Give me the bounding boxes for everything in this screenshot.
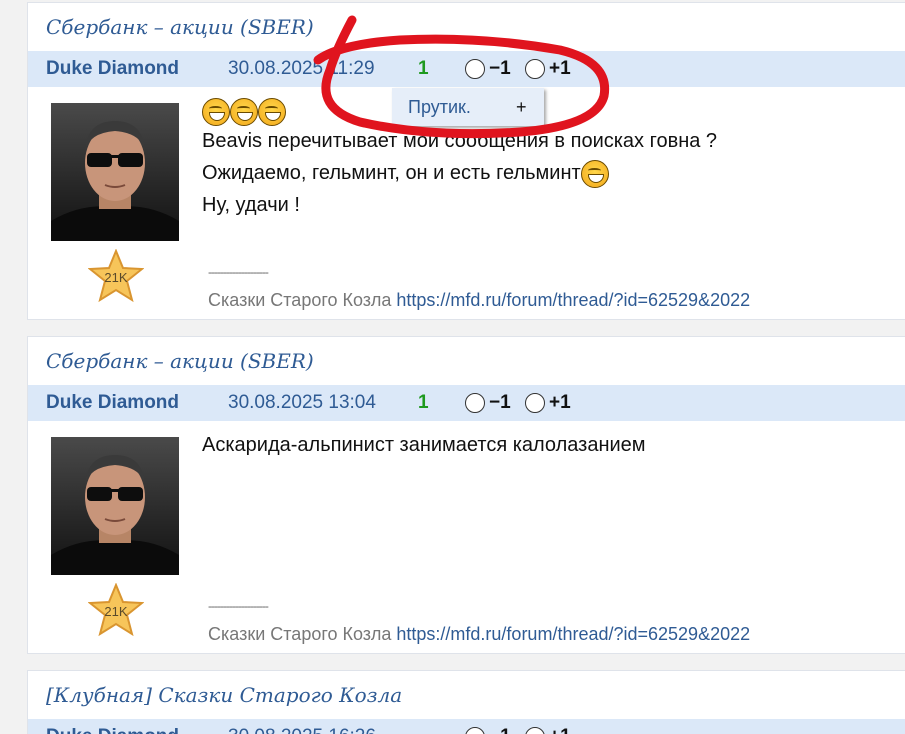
vote-plus-button[interactable]: +1 xyxy=(525,59,571,79)
vote-minus-label: −1 xyxy=(489,392,511,413)
star-badge-label: 21K xyxy=(104,270,127,285)
post-line: Beavis перечитывает мои сообщения в поис… xyxy=(202,130,718,152)
vote-minus-button[interactable]: −1 xyxy=(465,59,511,79)
vote-plus-label: +1 xyxy=(549,727,571,734)
radio-icon xyxy=(465,727,485,734)
vote-minus-button[interactable]: −1 xyxy=(465,727,511,734)
signature: Сказки Старого Козла https://mfd.ru/foru… xyxy=(208,290,750,311)
thread-title-link[interactable]: Сбербанк – акции (SBER) xyxy=(28,337,905,385)
author-link[interactable]: Duke Diamond xyxy=(46,51,179,87)
post-header: Duke Diamond 30.08.2025 16:26 −1 +1 xyxy=(28,719,905,734)
post-header: Duke Diamond 30.08.2025 11:29 1 −1 +1 xyxy=(28,51,905,87)
avatar[interactable] xyxy=(51,437,179,575)
thread-title-link[interactable]: [Клубная] Сказки Старого Козла xyxy=(28,671,905,719)
vote-plus-button[interactable]: +1 xyxy=(525,727,571,734)
post-body: Аскарида-альпинист занимается калолазани… xyxy=(202,429,646,461)
vote-plus-button[interactable]: +1 xyxy=(525,393,571,413)
star-badge-label: 21K xyxy=(104,604,127,619)
signature: Сказки Старого Козла https://mfd.ru/foru… xyxy=(208,624,750,645)
forum-post: Сбербанк – акции (SBER) Duke Diamond 30.… xyxy=(27,336,905,654)
author-link[interactable]: Duke Diamond xyxy=(46,719,179,734)
popup-plus-button[interactable]: + xyxy=(516,88,527,126)
vote-plus-label: +1 xyxy=(549,392,571,413)
avatar[interactable] xyxy=(51,103,179,241)
vote-minus-label: −1 xyxy=(489,58,511,79)
post-line: Ожидаемо, гельминт, он и есть гельминт xyxy=(202,157,717,189)
grin-emoji-icon xyxy=(258,97,286,126)
thread-title-link[interactable]: Сбербанк – акции (SBER) xyxy=(28,3,905,51)
vote-popup-menu: Прутик. + xyxy=(392,88,544,126)
radio-icon xyxy=(465,59,485,79)
signature-text: Сказки Старого Козла xyxy=(208,624,392,644)
vote-plus-label: +1 xyxy=(549,58,571,79)
signature-link[interactable]: https://mfd.ru/forum/thread/?id=62529&20… xyxy=(396,624,750,644)
grin-emoji-icon xyxy=(230,97,258,126)
radio-icon xyxy=(525,393,545,413)
post-date: 30.08.2025 16:26 xyxy=(228,719,376,734)
signature-separator: -------------------- xyxy=(208,599,269,613)
grin-emoji-icon xyxy=(202,97,230,126)
forum-post: [Клубная] Сказки Старого Козла Duke Diam… xyxy=(27,670,905,734)
grin-emoji-icon xyxy=(580,159,609,188)
forum-post: Сбербанк – акции (SBER) Duke Diamond 30.… xyxy=(27,2,905,320)
radio-icon xyxy=(525,59,545,79)
vote-minus-button[interactable]: −1 xyxy=(465,393,511,413)
rating-star-icon: 21K xyxy=(88,583,144,637)
radio-icon xyxy=(525,727,545,734)
post-line: Аскарида-альпинист занимается калолазани… xyxy=(202,434,646,456)
radio-icon xyxy=(465,393,485,413)
post-score: 1 xyxy=(418,392,429,413)
post-line: Ну, удачи ! xyxy=(202,194,300,216)
rating-star-icon: 21K xyxy=(88,249,144,303)
vote-minus-label: −1 xyxy=(489,727,511,734)
signature-text: Сказки Старого Козла xyxy=(208,290,392,310)
post-date: 30.08.2025 11:29 xyxy=(228,58,375,79)
post-date: 30.08.2025 13:04 xyxy=(228,392,376,413)
signature-separator: -------------------- xyxy=(208,265,269,279)
post-score: 1 xyxy=(418,58,429,79)
post-header: Duke Diamond 30.08.2025 13:04 1 −1 +1 xyxy=(28,385,905,421)
signature-link[interactable]: https://mfd.ru/forum/thread/?id=62529&20… xyxy=(396,290,750,310)
author-link[interactable]: Duke Diamond xyxy=(46,385,179,421)
popup-item-label[interactable]: Прутик. xyxy=(408,88,471,126)
